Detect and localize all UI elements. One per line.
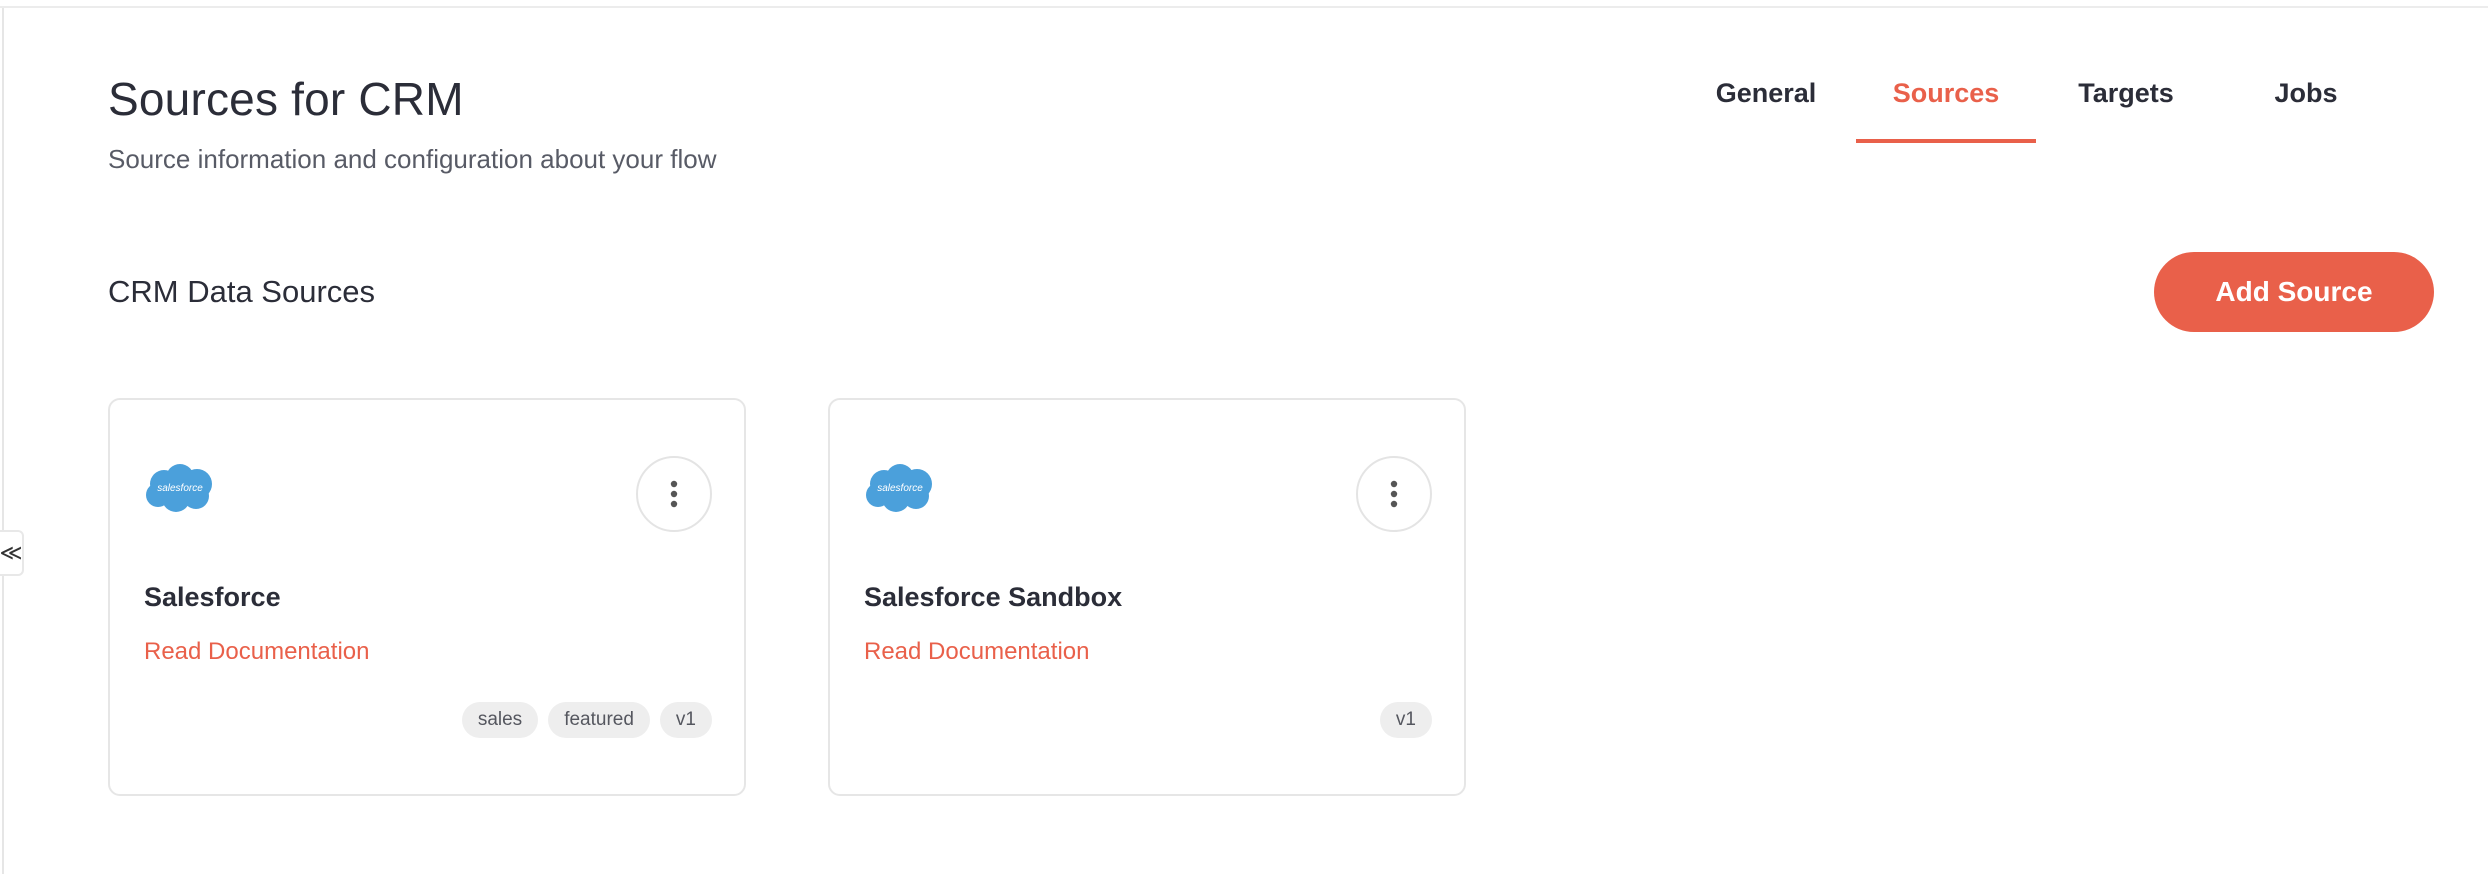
- section-title: CRM Data Sources: [108, 274, 376, 309]
- sidebar-collapse-button[interactable]: ≪: [0, 530, 24, 576]
- tab-sources[interactable]: Sources: [1856, 78, 2036, 143]
- page-header: Sources for CRM Source information and c…: [108, 72, 716, 175]
- svg-text:salesforce: salesforce: [157, 483, 203, 494]
- tag: v1: [659, 702, 712, 738]
- read-documentation-link[interactable]: Read Documentation: [864, 638, 1089, 666]
- tag: featured: [548, 702, 650, 738]
- collapse-left-icon: ≪: [0, 540, 23, 565]
- source-name: Salesforce: [144, 582, 281, 612]
- tab-targets[interactable]: Targets: [2036, 78, 2216, 143]
- top-border: [0, 0, 2488, 8]
- source-card-salesforce[interactable]: salesforce Salesforce Read Documentation…: [108, 398, 746, 796]
- tag: sales: [461, 702, 539, 738]
- kebab-menu-icon: [670, 480, 678, 508]
- source-card-salesforce-sandbox[interactable]: salesforce Salesforce Sandbox Read Docum…: [828, 398, 1466, 796]
- page-subtitle: Source information and configuration abo…: [108, 144, 717, 174]
- tag: v1: [1379, 702, 1432, 738]
- salesforce-cloud-logo: salesforce: [146, 464, 212, 512]
- source-name: Salesforce Sandbox: [864, 582, 1123, 612]
- svg-text:salesforce: salesforce: [877, 483, 923, 494]
- tab-jobs[interactable]: Jobs: [2216, 78, 2396, 143]
- tab-general[interactable]: General: [1676, 78, 1856, 143]
- read-documentation-link[interactable]: Read Documentation: [144, 638, 369, 666]
- kebab-menu-icon: [1390, 480, 1398, 508]
- page-title: Sources for CRM: [108, 73, 464, 125]
- card-menu-button[interactable]: [1356, 456, 1432, 532]
- tab-bar: General Sources Targets Jobs: [1676, 78, 2396, 143]
- tag-list: v1: [1379, 702, 1432, 738]
- left-rail: [0, 8, 4, 874]
- tag-list: sales featured v1: [461, 702, 712, 738]
- add-source-button[interactable]: Add Source: [2154, 252, 2434, 332]
- salesforce-cloud-logo: salesforce: [866, 464, 932, 512]
- card-menu-button[interactable]: [636, 456, 712, 532]
